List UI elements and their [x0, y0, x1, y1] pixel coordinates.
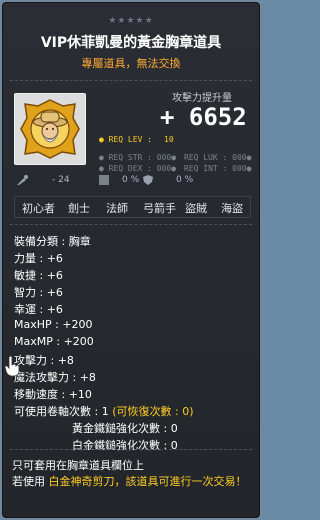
stat-scroll-slots: 可使用卷軸次數 : 1 (可恢復次數 : 0) — [14, 403, 193, 419]
stat-int: 智力 : +6 — [14, 286, 63, 299]
mini-armor-icon — [98, 174, 110, 189]
stat-maxhp: MaxHP : +200 — [14, 318, 93, 331]
stat-str: 力量 : +6 — [14, 252, 63, 265]
attack-increase-value: + 6652 — [160, 103, 247, 131]
stat-scroll-recover: (可恢復次數 : 0) — [112, 405, 194, 418]
scissors-note-prefix: 若使用 — [12, 475, 49, 488]
scissors-note-suffix: 該道具可進行一次交易！ — [125, 475, 247, 488]
stat-dex: 敏捷 : +6 — [14, 269, 63, 282]
stat-category: 裝備分類 : 胸章 — [14, 235, 91, 248]
job-archer: 弓箭手 — [143, 202, 176, 215]
job-thief: 盜賊 — [185, 202, 207, 215]
item-name: VIP休菲凱曼的黃金胸章道具 — [40, 35, 222, 51]
stat-gold-hammer: 黃金鐵鎚強化次數 : 0 — [72, 422, 178, 435]
req-lev-label: ● REQ LEV : — [99, 135, 152, 144]
job-magician: 法師 — [106, 202, 128, 215]
stat-matk: 魔法攻擊力 : +8 — [14, 371, 96, 384]
item-subtitle: 專屬道具，無法交換 — [81, 57, 181, 70]
job-requirements: 初心者 劍士 法師 弓箭手 盜賊 海盜 — [14, 196, 251, 218]
job-beginner: 初心者 — [22, 202, 55, 215]
stat-scroll-slots-label: 可使用卷軸次數 : 1 — [14, 405, 113, 418]
attack-increase-label: 攻擊力提升量 — [172, 93, 232, 104]
stat-speed: 移動速度 : +10 — [14, 388, 92, 401]
divider — [10, 224, 252, 225]
equip-slot-note: 只可套用在胸章道具欄位上 — [12, 459, 144, 472]
req-dex: ● REQ DEX : 000● — [99, 164, 177, 173]
divider — [10, 80, 252, 81]
stat-atk: 攻擊力 : +8 — [14, 354, 74, 367]
scissors-note: 若使用 白金神奇剪刀，該道具可進行一次交易！ — [12, 474, 256, 490]
req-int: REQ INT : 000● — [184, 164, 252, 173]
cursor-hand-icon — [4, 355, 20, 377]
req-str: ● REQ STR : 000● — [99, 153, 177, 162]
stat-maxmp: MaxMP : +200 — [14, 335, 94, 348]
mini-weapon-icon — [16, 174, 30, 189]
item-tooltip: ★★★★★ VIP休菲凱曼的黃金胸章道具 專屬道具，無法交換 攻擊力提升量 + … — [1, 1, 261, 519]
divider — [10, 449, 252, 450]
job-pirate: 海盜 — [221, 202, 243, 215]
req-luk: REQ LUK : 000● — [184, 153, 252, 162]
star-rating: ★★★★★ — [108, 16, 154, 26]
scissors-item-name: 白金神奇剪刀， — [48, 475, 126, 488]
mini-value-b: 0 % — [122, 175, 140, 185]
mini-value-c: 0 % — [176, 175, 194, 185]
stat-luk: 幸運 : +6 — [14, 303, 63, 316]
mini-value-a: - 24 — [52, 175, 70, 185]
req-lev-value: 10 — [164, 135, 174, 144]
item-icon-frame — [14, 93, 86, 165]
badge-icon — [20, 99, 80, 159]
mini-shield-icon — [142, 174, 154, 189]
job-warrior: 劍士 — [68, 202, 90, 215]
stat-platinum-hammer: 白金鐵鎚強化次數 : 0 — [72, 439, 178, 452]
